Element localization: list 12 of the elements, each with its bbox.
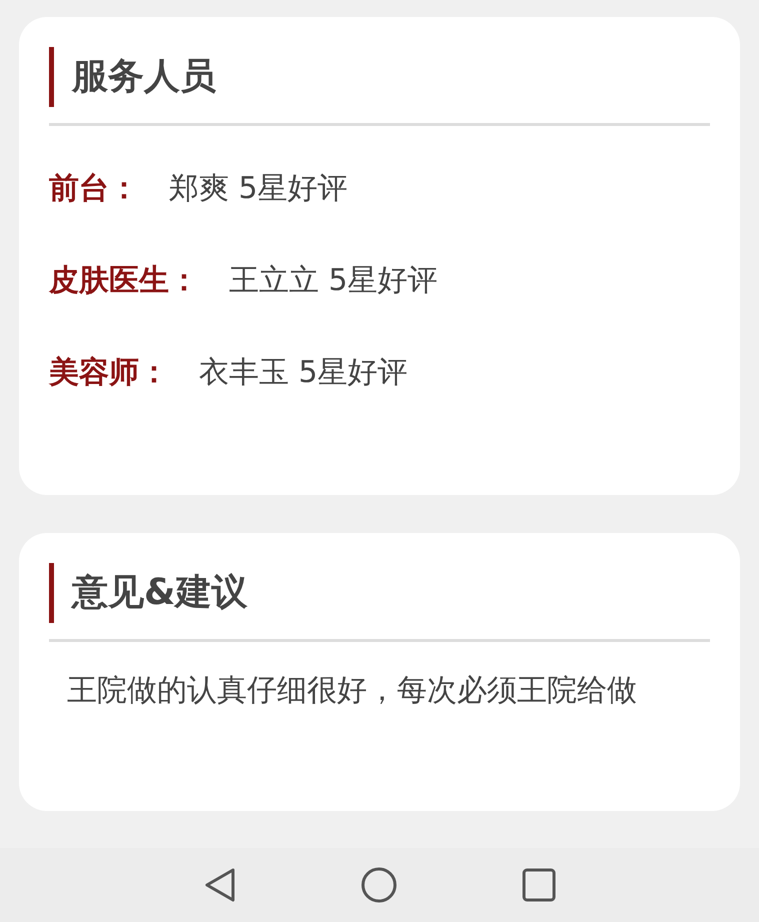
home-icon[interactable] [360, 867, 396, 903]
section-title: 意见&建议 [49, 563, 710, 623]
staff-rating-text: 郑爽 5星好评 [169, 170, 348, 208]
staff-rating-text: 衣丰玉 5星好评 [199, 354, 408, 392]
staff-role-label: 皮肤医生： [49, 262, 199, 300]
staff-role-label: 美容师： [49, 354, 169, 392]
staff-rating-text: 王立立 5星好评 [229, 262, 438, 300]
staff-role-label: 前台： [49, 170, 139, 208]
recent-apps-icon[interactable] [522, 868, 556, 902]
back-icon[interactable] [204, 867, 236, 903]
section-title: 服务人员 [49, 47, 710, 107]
feedback-text: 王院做的认真仔细很好，每次必须王院给做 [66, 672, 638, 710]
